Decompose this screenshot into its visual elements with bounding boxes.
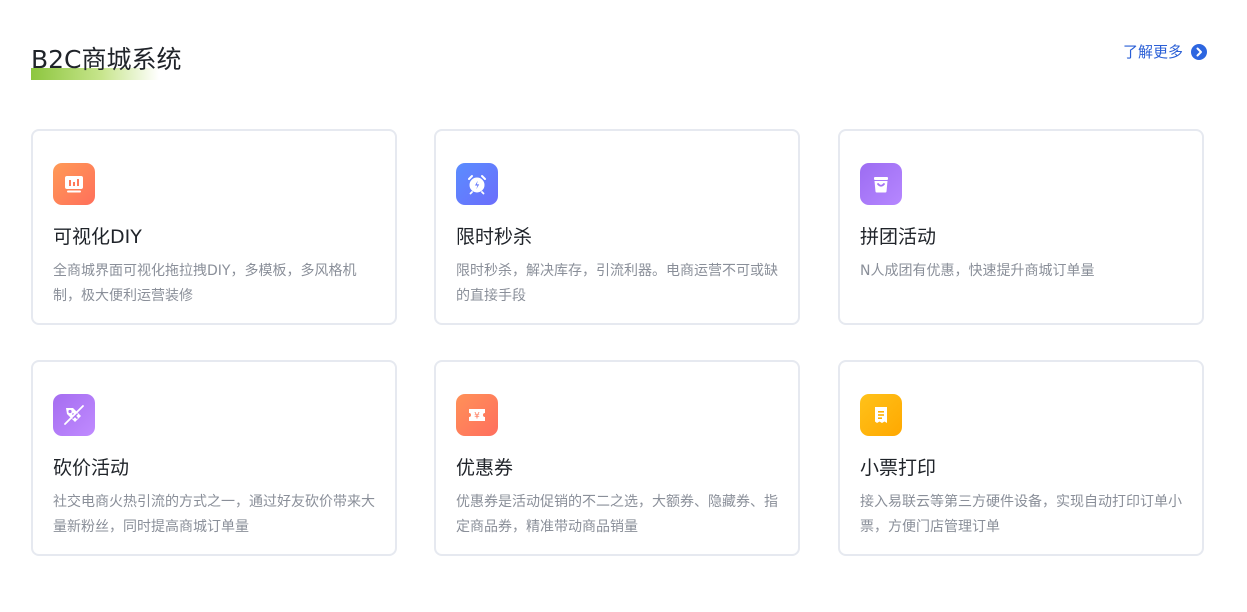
card-description: 全商城界面可视化拖拉拽DIY，多模板，多风格机制，极大便利运营装修 <box>53 263 357 304</box>
feature-card-receipt-print[interactable]: 小票打印 接入易联云等第三方硬件设备，实现自动打印订单小票，方便门店管理订单 <box>838 360 1204 556</box>
learn-more-label: 了解更多 <box>1122 43 1183 61</box>
card-description: 社交电商火热引流的方式之一，通过好友砍价带来大量新粉丝，同时提高商城订单量 <box>53 494 375 535</box>
feature-card-visual-diy[interactable]: 可视化DIY 全商城界面可视化拖拉拽DIY，多模板，多风格机制，极大便利运营装修 <box>31 129 397 325</box>
chevron-right-icon <box>1191 44 1207 60</box>
section-header: B2C商城系统 <box>31 42 182 82</box>
price-tag-icon <box>53 394 95 436</box>
receipt-icon <box>860 394 902 436</box>
card-title: 可视化DIY <box>53 226 142 248</box>
feature-card-flash-sale[interactable]: 限时秒杀 限时秒杀，解决库存，引流利器。电商运营不可或缺的直接手段 <box>434 129 800 325</box>
alarm-clock-icon <box>456 163 498 205</box>
page-title: B2C商城系统 <box>31 45 182 74</box>
card-title: 拼团活动 <box>860 226 937 248</box>
shopping-bag-icon <box>860 163 902 205</box>
card-title: 砍价活动 <box>53 457 130 479</box>
coupon-ticket-icon: ¥ <box>456 394 498 436</box>
feature-card-group-buy[interactable]: 拼团活动 N人成团有优惠，快速提升商城订单量 <box>838 129 1204 325</box>
page: B2C商城系统 了解更多 可视化DIY 全商城界面可视化拖拉拽DIY，多模板，多… <box>0 0 1247 612</box>
card-description: 限时秒杀，解决库存，引流利器。电商运营不可或缺的直接手段 <box>456 263 778 304</box>
feature-card-coupon[interactable]: ¥ 优惠券 优惠券是活动促销的不二之选，大额券、隐藏券、指定商品券，精准带动商品… <box>434 360 800 556</box>
card-description: 优惠券是活动促销的不二之选，大额券、隐藏券、指定商品券，精准带动商品销量 <box>456 494 778 535</box>
card-title: 限时秒杀 <box>456 226 533 248</box>
chart-board-icon <box>53 163 95 205</box>
learn-more-link[interactable]: 了解更多 <box>1123 42 1207 62</box>
card-description: N人成团有优惠，快速提升商城订单量 <box>860 263 1095 279</box>
card-title: 优惠券 <box>456 457 514 479</box>
card-description: 接入易联云等第三方硬件设备，实现自动打印订单小票，方便门店管理订单 <box>860 494 1182 535</box>
feature-card-bargain[interactable]: 砍价活动 社交电商火热引流的方式之一，通过好友砍价带来大量新粉丝，同时提高商城订… <box>31 360 397 556</box>
svg-text:¥: ¥ <box>474 412 480 422</box>
card-title: 小票打印 <box>860 457 937 479</box>
